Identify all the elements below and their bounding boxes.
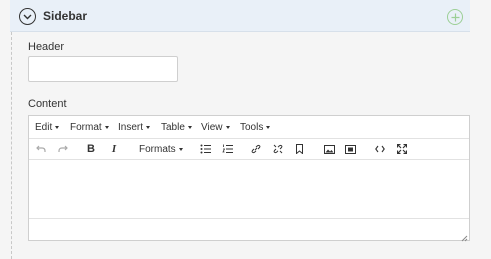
bookmark-icon [295,144,303,154]
nesting-guide-line [11,32,12,259]
undo-icon [36,145,46,152]
bookmark-button[interactable] [294,142,304,156]
menu-tools[interactable]: Tools [240,122,271,133]
code-button[interactable] [374,142,386,156]
image-button[interactable] [323,142,335,156]
menu-format-label: Format [70,122,102,133]
chevron-down-icon [23,14,32,19]
caret-down-icon [55,125,60,129]
menu-format[interactable]: Format [70,122,109,133]
menu-view-label: View [201,122,223,133]
code-icon [375,145,385,153]
menu-edit-label: Edit [35,122,53,133]
panel-title: Sidebar [43,9,88,23]
caret-down-icon [266,125,271,129]
image-icon [323,144,335,154]
plus-icon [451,13,459,21]
content-label: Content [28,98,67,110]
menu-tools-label: Tools [240,122,264,133]
bold-icon: B [87,143,95,155]
link-icon [251,144,261,154]
fullscreen-button[interactable] [396,142,408,156]
editor-content-area[interactable] [29,161,469,219]
collapse-button[interactable] [19,8,36,25]
header-label: Header [28,41,65,53]
media-icon [344,144,356,154]
sidebar-panel-header: Sidebar [10,0,470,32]
link-button[interactable] [250,142,262,156]
header-input[interactable] [28,56,178,82]
rich-text-editor: Edit Format Insert Table View Tools B I … [28,115,470,242]
add-button[interactable] [447,9,463,25]
menu-table-label: Table [161,122,185,133]
caret-down-icon [187,125,192,129]
bullet-list-button[interactable] [199,142,211,156]
resize-handle-icon[interactable] [460,231,468,242]
numbered-list-icon [221,144,233,153]
editor-menubar: Edit Format Insert Table View Tools [29,116,469,139]
unlink-icon [273,144,283,154]
menu-insert[interactable]: Insert [118,122,151,133]
bold-button[interactable]: B [86,142,96,156]
caret-down-icon [146,125,151,129]
italic-button[interactable]: I [109,142,119,156]
menu-table[interactable]: Table [161,122,192,133]
formats-dropdown[interactable]: Formats [139,144,183,155]
undo-button[interactable] [35,142,47,156]
formats-label: Formats [139,144,176,155]
caret-down-icon [178,147,183,151]
redo-button[interactable] [57,142,69,156]
fullscreen-icon [397,144,407,154]
editor-statusbar [29,218,469,242]
caret-down-icon [225,125,230,129]
media-button[interactable] [344,142,356,156]
menu-insert-label: Insert [118,122,144,133]
italic-icon: I [111,143,117,155]
redo-icon [58,145,68,152]
unlink-button[interactable] [272,142,284,156]
caret-down-icon [104,125,109,129]
bullet-list-icon [200,144,211,154]
numbered-list-button[interactable] [221,142,233,156]
editor-toolbar: B I Formats [29,139,469,160]
menu-view[interactable]: View [201,122,230,133]
menu-edit[interactable]: Edit [35,122,60,133]
